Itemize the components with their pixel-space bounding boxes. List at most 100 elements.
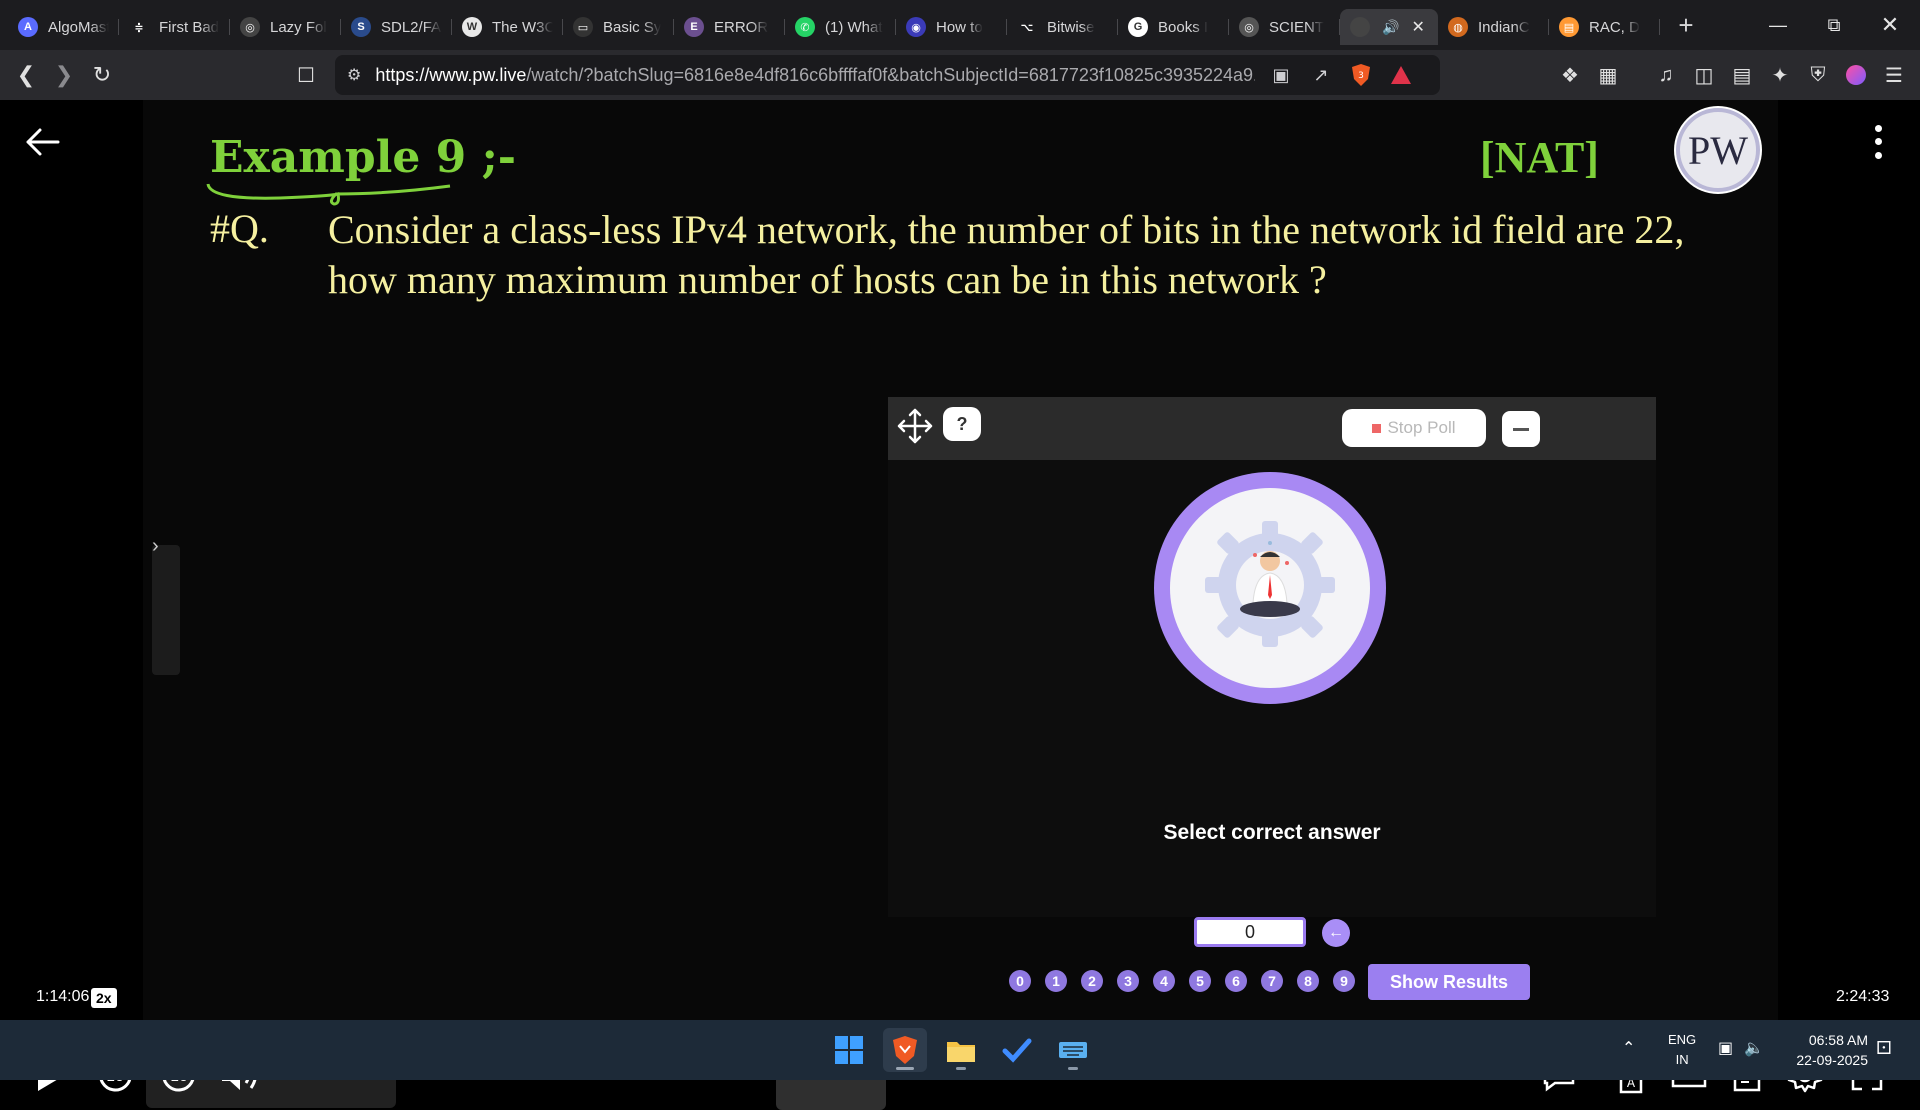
digit-key[interactable]: 7 — [1261, 970, 1283, 992]
browser-tab[interactable]: ◎ Lazy Fol — [230, 9, 341, 45]
keyboard-app-icon[interactable] — [1051, 1028, 1095, 1072]
browser-tab[interactable]: W The W3C — [452, 9, 563, 45]
back-arrow-icon[interactable] — [22, 122, 62, 162]
tab-title: The W3C — [492, 18, 553, 36]
minimize-poll-button[interactable] — [1502, 411, 1540, 447]
brave-rewards-icon[interactable] — [1385, 59, 1417, 91]
notification-bell-icon[interactable]: ⚀ — [1876, 1038, 1892, 1059]
browser-tab[interactable]: ◉ How to — [896, 9, 1007, 45]
leo-ai-icon[interactable]: ✦ — [1762, 57, 1798, 93]
browser-tab[interactable]: S SDL2/FAQ — [341, 9, 452, 45]
tab-title: SCIENT — [1269, 18, 1325, 36]
tab-favicon-icon: ▤ — [1559, 17, 1579, 37]
tray-chevron-up-icon[interactable]: ⌃ — [1622, 1038, 1635, 1058]
digit-key[interactable]: 0 — [1009, 970, 1031, 992]
submit-arrow-icon[interactable]: ← — [1322, 919, 1350, 947]
digit-key[interactable]: 4 — [1153, 970, 1175, 992]
language-indicator[interactable]: ENG IN — [1668, 1030, 1696, 1070]
question-label: #Q. — [210, 206, 269, 251]
restore-window-button[interactable]: ⧉ — [1806, 0, 1862, 50]
browser-tab[interactable]: A AlgoMaster — [8, 9, 119, 45]
address-bar[interactable]: ⚙ https://www.pw.live/watch/?batchSlug=6… — [335, 55, 1440, 95]
digit-key[interactable]: 2 — [1081, 970, 1103, 992]
profile-icon[interactable] — [1838, 57, 1874, 93]
side-panel-handle[interactable]: › — [152, 535, 180, 675]
more-options-icon[interactable] — [1866, 122, 1890, 162]
tab-favicon-icon: S — [351, 17, 371, 37]
digit-key[interactable]: 1 — [1045, 970, 1067, 992]
show-results-button[interactable]: Show Results — [1368, 964, 1530, 1000]
sidebar-icon[interactable]: ◫ — [1686, 57, 1722, 93]
tab-favicon-icon: ▭ — [573, 17, 593, 37]
close-window-button[interactable]: ✕ — [1862, 0, 1918, 50]
tab-audio-icon[interactable]: 🔊 — [1382, 19, 1399, 36]
logo-text: PW — [1688, 127, 1748, 173]
cast-icon[interactable]: ▣ — [1265, 59, 1297, 91]
browser-tab[interactable]: E ERROR — [674, 9, 785, 45]
browser-tab[interactable]: ▤ RAC, D — [1549, 9, 1660, 45]
active-browser-tab[interactable]: 🔊 ✕ — [1340, 9, 1438, 45]
tab-title: First Bad — [159, 18, 220, 36]
bookmark-icon[interactable]: ☐ — [288, 57, 324, 93]
answer-input[interactable]: 0 — [1194, 917, 1306, 947]
tab-favicon-icon: ⌥ — [1017, 17, 1037, 37]
tab-favicon-icon: G — [1128, 17, 1148, 37]
file-explorer-icon[interactable] — [939, 1028, 983, 1072]
system-clock[interactable]: 06:58 AM 22-09-2025 — [1786, 1030, 1868, 1070]
vpn-shield-icon[interactable]: ⛨ — [1800, 57, 1836, 93]
digit-key[interactable]: 3 — [1117, 970, 1139, 992]
stop-poll-button[interactable]: Stop Poll — [1342, 409, 1486, 447]
site-info-icon[interactable]: ⚙ — [347, 65, 361, 85]
back-icon[interactable]: ❮ — [8, 57, 44, 93]
brave-browser-taskbar-icon[interactable] — [883, 1028, 927, 1072]
share-icon[interactable]: ↗ — [1305, 59, 1337, 91]
browser-tab[interactable]: G Books I — [1118, 9, 1229, 45]
tab-favicon-icon: ◍ — [1448, 17, 1468, 37]
wallet-icon[interactable]: ▤ — [1724, 57, 1760, 93]
stop-icon — [1372, 423, 1382, 433]
network-icon[interactable]: ▣ — [1718, 1038, 1733, 1058]
menu-icon[interactable]: ☰ — [1876, 57, 1912, 93]
browser-toolbar: ❮ ❯ ↻ ☐ ⚙ https://www.pw.live/watch/?bat… — [0, 50, 1920, 100]
browser-tab[interactable]: ◍ IndianC — [1438, 9, 1549, 45]
tab-favicon-icon: ◎ — [240, 17, 260, 37]
windows-start-icon[interactable] — [827, 1028, 871, 1072]
minimize-window-button[interactable]: — — [1750, 0, 1806, 50]
media-icon[interactable]: ♫ — [1648, 57, 1684, 93]
browser-tab[interactable]: ✆ (1) What — [785, 9, 896, 45]
digit-key[interactable]: 5 — [1189, 970, 1211, 992]
clock-time: 06:58 AM — [1808, 1032, 1868, 1048]
url-text[interactable]: https://www.pw.live/watch/?batchSlug=681… — [375, 65, 1255, 86]
browser-tab[interactable]: ⌥ Bitwise — [1007, 9, 1118, 45]
video-player[interactable]: Example 9 ;- [NAT] PW #Q. Consider a cla… — [0, 100, 1920, 1110]
tab-favicon-icon: E — [684, 17, 704, 37]
tab-title: Books I — [1158, 18, 1209, 36]
digit-key[interactable]: 8 — [1297, 970, 1319, 992]
browser-tab[interactable]: ◎ SCIENT — [1229, 9, 1340, 45]
playback-speed-badge[interactable]: 2x — [91, 988, 117, 1008]
extensions-icon[interactable]: ❖ — [1552, 57, 1588, 93]
forward-icon[interactable]: ❯ — [46, 57, 82, 93]
digit-key[interactable]: 9 — [1333, 970, 1355, 992]
tab-favicon-icon: ≑ — [129, 17, 149, 37]
tab-favicon-icon: ✆ — [795, 17, 815, 37]
tab-title: RAC, D — [1589, 18, 1640, 36]
browser-tab[interactable]: ▭ Basic Sy — [563, 9, 674, 45]
tab-close-icon[interactable]: ✕ — [1411, 17, 1424, 37]
tab-favicon-icon: ◉ — [906, 17, 926, 37]
help-glyph: ? — [956, 413, 968, 434]
tab-title: ERROR — [714, 18, 769, 36]
todo-app-icon[interactable] — [995, 1028, 1039, 1072]
tab-title: Lazy Fol — [270, 18, 327, 36]
move-icon[interactable] — [896, 407, 934, 445]
brave-shields-icon[interactable]: 3 — [1345, 59, 1377, 91]
tab-title: IndianC — [1478, 18, 1530, 36]
help-icon[interactable]: ? — [943, 407, 981, 441]
windows-taskbar: ⌃ ENG IN ▣ 🔈 06:58 AM 22-09-2025 ⚀ — [0, 1020, 1920, 1080]
reload-icon[interactable]: ↻ — [84, 57, 120, 93]
reader-mode-icon[interactable]: ▦ — [1590, 57, 1626, 93]
new-tab-button[interactable]: + — [1668, 7, 1704, 43]
digit-key[interactable]: 6 — [1225, 970, 1247, 992]
browser-tab[interactable]: ≑ First Bad — [119, 9, 230, 45]
speaker-icon[interactable]: 🔈 — [1744, 1038, 1764, 1058]
